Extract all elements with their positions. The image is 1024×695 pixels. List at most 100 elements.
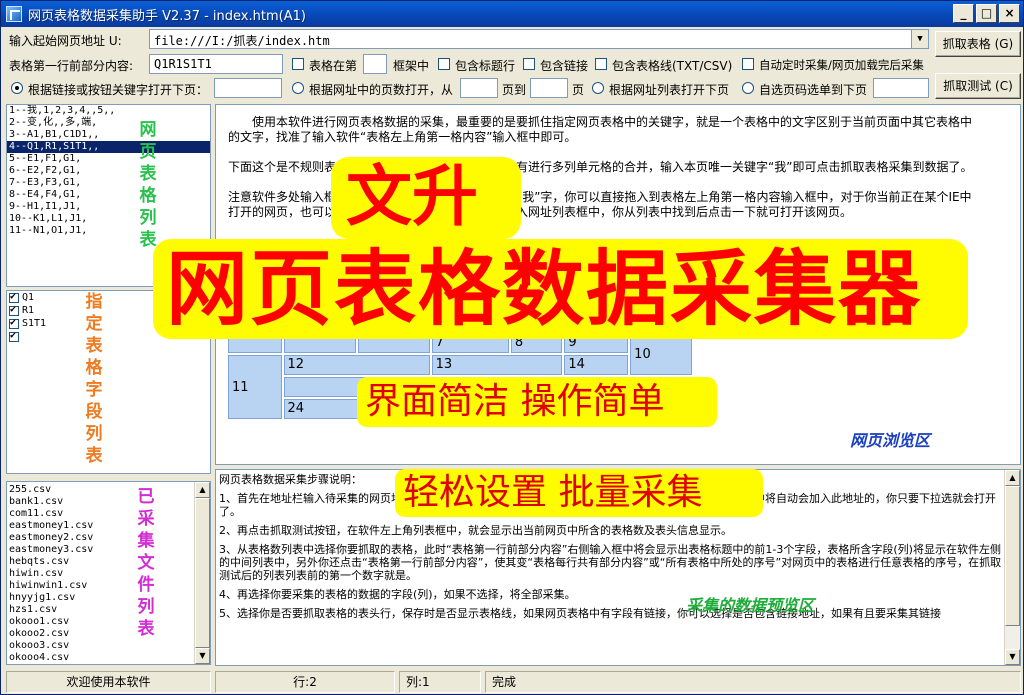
list-item[interactable]: 11--N1,O1,J1, [7,225,210,237]
list-item[interactable]: eastmoney2.csv [7,532,210,544]
scroll-down-icon[interactable]: ▼ [195,648,210,664]
field-list-label: 指定表格字段列表 [85,292,103,466]
scroll-up-icon[interactable]: ▲ [1005,470,1020,486]
status-done: 完成 [485,671,1021,693]
preview-scrollbar[interactable]: ▲ ▼ [1004,470,1020,665]
list-item[interactable]: 8--E4,F4,G1, [7,189,210,201]
list-item-label: Q1 [22,292,35,303]
preview-line: 3、从表格数列表中选择你要抓取的表格，此时“表格第一行前部分内容”右侧输入框中将… [219,543,1002,582]
first-row-input[interactable]: Q1R1S1T1 [149,54,283,74]
list-item[interactable]: 7--E3,F3,G1, [7,177,210,189]
file-list-label: 已采集文件列表 [137,487,155,639]
list-item[interactable]: bank1.csv [7,496,210,508]
first-row-value: Q1R1S1T1 [154,57,212,71]
scroll-down-icon[interactable]: ▼ [1005,649,1020,665]
file-list[interactable]: 255.csv bank1.csv com11.csv eastmoney1.csv e… [6,481,211,665]
radio-custom-page-label: 自选页码选单到下页 [759,83,868,97]
include-link-label: 包含链接 [540,59,589,73]
radio-link-keyword-label: 根据链接或按钮关键字打开下页： [28,83,209,97]
list-item[interactable]: 3--A1,B1,C1D1,, [7,129,210,141]
page-from-input[interactable] [460,78,498,98]
list-item[interactable]: okooo4.csv [7,652,210,664]
minimize-button[interactable]: _ [953,4,974,23]
page-unit-label: 页 [572,83,585,97]
promo-slogan-2: 轻松设置 批量采集 [403,472,703,513]
radio-page-number[interactable] [292,82,304,94]
list-item[interactable]: eastmoney1.csv [7,520,210,532]
grab-test-button[interactable]: 抓取测试 (C) [935,73,1021,99]
table-list-label: 网页表格列表 [139,120,157,250]
table-cell: 11 [228,355,282,419]
table-cell: 14 [564,355,629,375]
maximize-button[interactable]: □ [976,4,997,23]
url-input[interactable]: file:///I:/抓表/index.htm ▼ [149,29,929,49]
list-item[interactable]: com11.csv [7,508,210,520]
list-item[interactable]: okooo3.csv [7,640,210,652]
list-item[interactable]: okooo1.csv [7,616,210,628]
promo-title-small: 文升 [346,158,478,235]
scroll-thumb[interactable] [1005,486,1020,626]
preview-line: 4、再选择你要采集的表格的数据的字段(列)，如果不选择，将全部采集。 [219,588,576,601]
list-item[interactable]: hnyyjg1.csv [7,592,210,604]
page-to-input[interactable] [530,78,568,98]
window-title: 网页表格数据采集助手 V2.37 - index.htm(A1) [28,8,306,24]
radio-url-list[interactable] [592,82,604,94]
grab-table-button[interactable]: 抓取表格 (G) [935,31,1021,57]
title-bar: 网页表格数据采集助手 V2.37 - index.htm(A1) _ □ × [1,1,1023,27]
list-item[interactable]: 6--E2,F2,G1, [7,165,210,177]
close-button[interactable]: × [999,4,1020,23]
table-cell: 13 [431,355,563,375]
url-label: 输入起始网页地址 U: [9,34,122,48]
table-in-frame-checkbox[interactable] [292,58,304,70]
scroll-thumb[interactable] [195,498,210,648]
list-item[interactable]: hebqts.csv [7,556,210,568]
checkbox[interactable] [9,317,19,329]
list-item[interactable]: hiwin.csv [7,568,210,580]
radio-page-number-label: 根据网址中的页数打开，从 [309,83,454,97]
include-header-label: 包含标题行 [455,59,516,73]
preview-line: 2、再点击抓取测试按钮，在软件左上角列表框中，就会显示出当前网页中所含的表格数及… [219,524,732,537]
chevron-down-icon[interactable]: ▼ [911,30,928,48]
list-item[interactable]: 4--Q1,R1,S1T1,, [7,141,210,153]
custom-page-input[interactable] [873,78,929,98]
status-col: 列:1 [399,671,481,693]
radio-link-keyword[interactable] [11,82,23,94]
main-window: 网页表格数据采集助手 V2.37 - index.htm(A1) _ □ × 输… [0,0,1024,695]
list-item[interactable]: 5--E1,F1,G1, [7,153,210,165]
include-link-checkbox[interactable] [523,58,535,70]
list-item[interactable]: 1--我,1,2,3,4,,5,, [7,105,210,117]
table-cell: 12 [283,355,430,375]
list-item[interactable]: eastmoney3.csv [7,544,210,556]
list-item[interactable]: 255.csv [7,484,210,496]
checkbox[interactable] [9,291,19,303]
checkbox[interactable] [9,330,19,342]
page-to-label: 页到 [502,83,527,97]
status-row: 行:2 [215,671,395,693]
link-keyword-input[interactable] [214,78,282,98]
file-list-scrollbar[interactable]: ▲ ▼ [194,482,210,664]
table-cell: 10 [630,333,692,375]
auto-timer-label: 自动定时采集/网页加载完后采集 [759,58,924,72]
auto-timer-checkbox[interactable] [742,58,754,70]
list-item[interactable]: 10--K1,L1,J1, [7,213,210,225]
list-item[interactable]: hiwinwin1.csv [7,580,210,592]
checkbox[interactable] [9,304,19,316]
list-item-label: R1 [22,305,35,316]
include-header-checkbox[interactable] [438,58,450,70]
list-item[interactable]: 9--H1,I1,J1, [7,201,210,213]
radio-url-list-label: 根据网址列表打开下页 [609,83,730,97]
list-item[interactable]: okooo2.csv [7,628,210,640]
frame-number-input[interactable] [363,54,387,74]
radio-custom-page[interactable] [742,82,754,94]
frame-label: 框架中 [393,59,430,73]
first-row-label: 表格第一行前部分内容: [9,59,134,73]
browser-area-label: 网页浏览区 [850,431,931,450]
list-item[interactable]: 2--变,化,,多,端, [7,117,210,129]
list-item[interactable]: hzs1.csv [7,604,210,616]
table-in-label: 表格在第 [309,59,358,73]
include-border-checkbox[interactable] [595,58,607,70]
scroll-up-icon[interactable]: ▲ [195,482,210,498]
include-border-label: 包含表格线(TXT/CSV) [612,59,733,73]
table-list-items: 1--我,1,2,3,4,,5,, 2--变,化,,多,端, 3--A1,B1,C1… [7,105,210,237]
promo-title-main: 网页表格数据采集器 [166,242,923,337]
